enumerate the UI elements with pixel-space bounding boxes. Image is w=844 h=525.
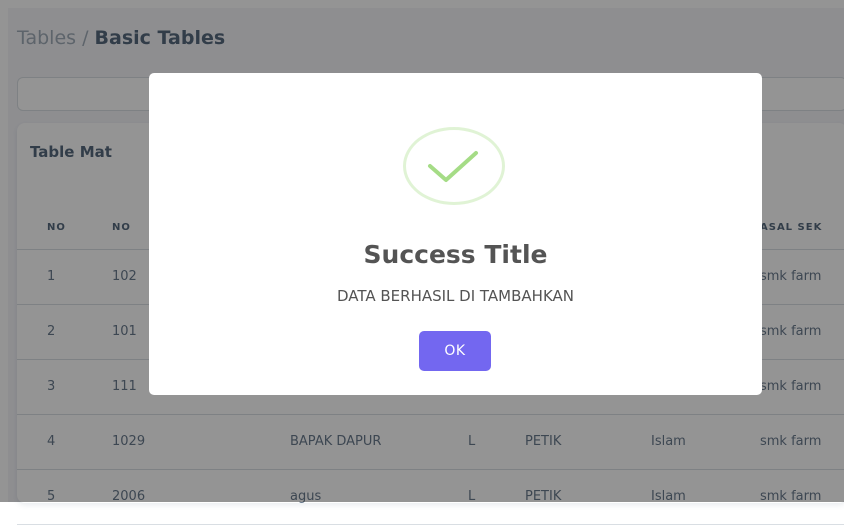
modal-title: Success Title bbox=[363, 240, 548, 269]
success-check-icon bbox=[403, 127, 505, 205]
success-modal: Success Title DATA BERHASIL DI TAMBAHKAN… bbox=[149, 73, 762, 395]
modal-message: DATA BERHASIL DI TAMBAHKAN bbox=[336, 287, 575, 305]
ok-button[interactable]: OK bbox=[419, 331, 491, 371]
